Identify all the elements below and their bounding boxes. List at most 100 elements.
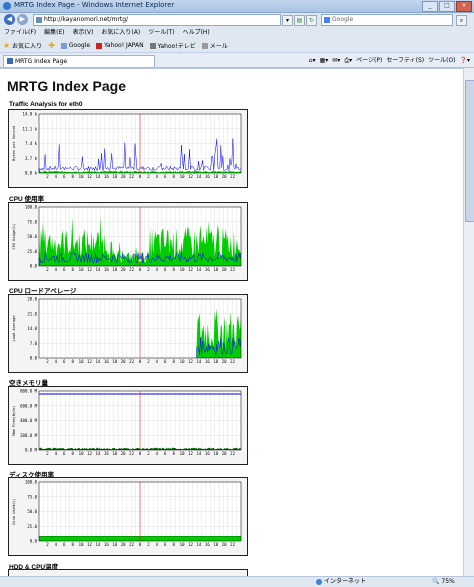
home-icon[interactable]: ⌂▾	[309, 55, 316, 66]
tab-mrtg[interactable]: MRTG Index Page	[3, 55, 155, 67]
tv-icon	[149, 42, 156, 49]
fav-item-google[interactable]: Google	[60, 42, 91, 49]
graph-load-average[interactable]: 28.0 21.0 14.0 7.0 0.0 Load Average 2 4 6 8 10 12 14…	[8, 294, 248, 373]
window-title: MRTG Index Page - Windows Internet Explo…	[14, 1, 175, 9]
x-tick-label: 2	[147, 267, 150, 272]
x-tick-label: 16	[205, 542, 210, 547]
x-tick-label: 14	[96, 451, 101, 456]
cmd-page[interactable]: ページ(P)	[356, 55, 382, 66]
fav-item-mail[interactable]: メール	[201, 41, 228, 50]
forward-button[interactable]: ▶	[17, 14, 28, 25]
y-tick-label: 200.0 M	[20, 433, 37, 438]
address-dropdown-button[interactable]: ▾	[282, 15, 293, 26]
graph-cpu-usage-svg: 100.075.050.025.00.0CPU Usage(%)2 4 6 8 10 12…	[12, 205, 242, 272]
address-input[interactable]: http://kayanomori.net/mrtg/	[33, 14, 281, 26]
x-tick-label: 6	[63, 359, 66, 364]
x-tick-label: 0	[139, 451, 142, 456]
graph-free-memory[interactable]: 800.0 M 600.0 M 400.0 M 200.0 M 0.0 M Mem Fre…	[8, 386, 248, 465]
url-text: http://kayanomori.net/mrtg/	[44, 16, 129, 23]
refresh-button[interactable]: ↻	[306, 15, 317, 26]
print-icon[interactable]: ⎙▾	[344, 55, 352, 66]
x-tick-label: 8	[172, 267, 175, 272]
search-go-button[interactable]: ⌕	[456, 15, 467, 26]
x-tick-label: 14	[197, 359, 202, 364]
graph-traffic[interactable]: 14.8 k 11.1 k 7.4 k 3.7 k 0.0 k Bytes per Sec…	[8, 109, 248, 188]
compat-view-icon[interactable]: ▤	[294, 15, 305, 26]
y-tick-label: 100.0	[25, 205, 38, 210]
x-tick-label: 6	[164, 174, 167, 179]
x-tick-label: 16	[104, 451, 109, 456]
fav-item-yahoo-tv[interactable]: Yahoo!テレビ	[149, 41, 196, 50]
add-favorite-icon[interactable]: ✚	[48, 41, 55, 50]
minimize-button[interactable]: _	[422, 1, 438, 12]
y-tick-label: 100.0	[25, 480, 38, 485]
scrollbar-thumb[interactable]	[465, 80, 474, 222]
graph-disk-usage[interactable]: 100.0 75.0 50.0 25.0 0.0 Disk Used(%) 2 4 6 8 10 12…	[8, 477, 248, 556]
x-tick-label: 14	[197, 451, 202, 456]
x-tick-label: 12	[87, 174, 92, 179]
feeds-icon[interactable]: ▦▾	[320, 55, 329, 66]
menu-help[interactable]: ヘルプ(H)	[183, 28, 210, 38]
tab-favicon-icon	[7, 58, 13, 64]
menu-view[interactable]: 表示(V)	[73, 28, 94, 38]
x-tick-label: 6	[63, 542, 66, 547]
page-heading: MRTG Index Page	[7, 78, 127, 94]
favorites-button[interactable]: ★ お気に入り	[3, 41, 42, 50]
maximize-button[interactable]: □	[439, 1, 455, 12]
globe-icon	[316, 579, 322, 585]
graph-cpu-usage[interactable]: 100.0 75.0 50.0 25.0 0.0 CPU Usage(%) 2 4 6 8 10 12…	[8, 202, 248, 281]
y-axis-label: CPU Usage(%)	[12, 224, 16, 250]
y-tick-label: 21.0	[27, 311, 37, 316]
x-tick-label: 20	[222, 174, 227, 179]
x-tick-label: 22	[230, 542, 235, 547]
star-icon: ★	[3, 41, 11, 50]
menu-file[interactable]: ファイル(F)	[4, 28, 36, 38]
menu-edit[interactable]: 編集(E)	[44, 28, 64, 38]
x-tick-label: 4	[156, 359, 159, 364]
favorites-label: お気に入り	[12, 43, 43, 50]
x-tick-label: 20	[222, 542, 227, 547]
x-tick-label: 18	[213, 174, 218, 179]
x-tick-label: 6	[164, 451, 167, 456]
y-tick-label: 800.0 M	[20, 389, 37, 394]
graph-free-memory-svg: 800.0 M 600.0 M 400.0 M 200.0 M 0.0 M Mem Fre…	[12, 389, 242, 456]
menu-favorites[interactable]: お気に入り(A)	[101, 28, 140, 38]
cmd-tools[interactable]: ツール(O)	[428, 55, 455, 66]
x-tick-label: 4	[156, 542, 159, 547]
close-button[interactable]: ×	[456, 1, 472, 12]
x-tick-label: 12	[188, 267, 193, 272]
x-tick-label: 16	[104, 359, 109, 364]
fav-item-yahoo[interactable]: Yahoo! JAPAN	[96, 42, 144, 49]
cmd-safety[interactable]: セーフティ(S)	[386, 55, 424, 66]
x-tick-label: 0	[139, 542, 142, 547]
x-tick-label: 16	[205, 267, 210, 272]
x-tick-label: 8	[172, 542, 175, 547]
x-tick-label: 10	[180, 451, 185, 456]
favorites-bar: ★ お気に入り ✚ Google Yahoo! JAPAN Yahoo!テレビ メ…	[0, 39, 474, 53]
page-favicon-icon	[36, 17, 42, 23]
mail-read-icon[interactable]: ✉▾	[332, 55, 340, 66]
x-tick-label: 18	[112, 174, 117, 179]
y-tick-label: 14.8 k	[23, 112, 38, 117]
menu-bar: ファイル(F) 編集(E) 表示(V) お気に入り(A) ツール(T) ヘルプ(…	[0, 28, 474, 38]
x-tick-label: 2	[46, 267, 49, 272]
x-tick-label: 16	[104, 542, 109, 547]
x-tick-label: 18	[112, 542, 117, 547]
back-button[interactable]: ◀	[4, 14, 15, 25]
window-controls: _ □ ×	[422, 1, 472, 12]
fav-item-label: メール	[209, 43, 228, 50]
fav-item-label: Yahoo! JAPAN	[104, 42, 144, 49]
vertical-scrollbar[interactable]	[463, 68, 474, 576]
x-tick-label: 14	[197, 267, 202, 272]
search-input[interactable]: Google	[321, 14, 453, 26]
x-tick-label: 14	[96, 174, 101, 179]
y-tick-label: 0.0	[30, 264, 38, 269]
fav-item-label: Google	[68, 42, 91, 49]
x-tick-label: 4	[156, 451, 159, 456]
help-icon[interactable]: ❓▾	[460, 55, 470, 66]
x-tick-label: 14	[96, 359, 101, 364]
status-bar: インターネット 🔍 75%	[0, 576, 474, 587]
menu-tools[interactable]: ツール(T)	[148, 28, 174, 38]
x-tick-label: 14	[96, 267, 101, 272]
x-tick-label: 18	[213, 267, 218, 272]
